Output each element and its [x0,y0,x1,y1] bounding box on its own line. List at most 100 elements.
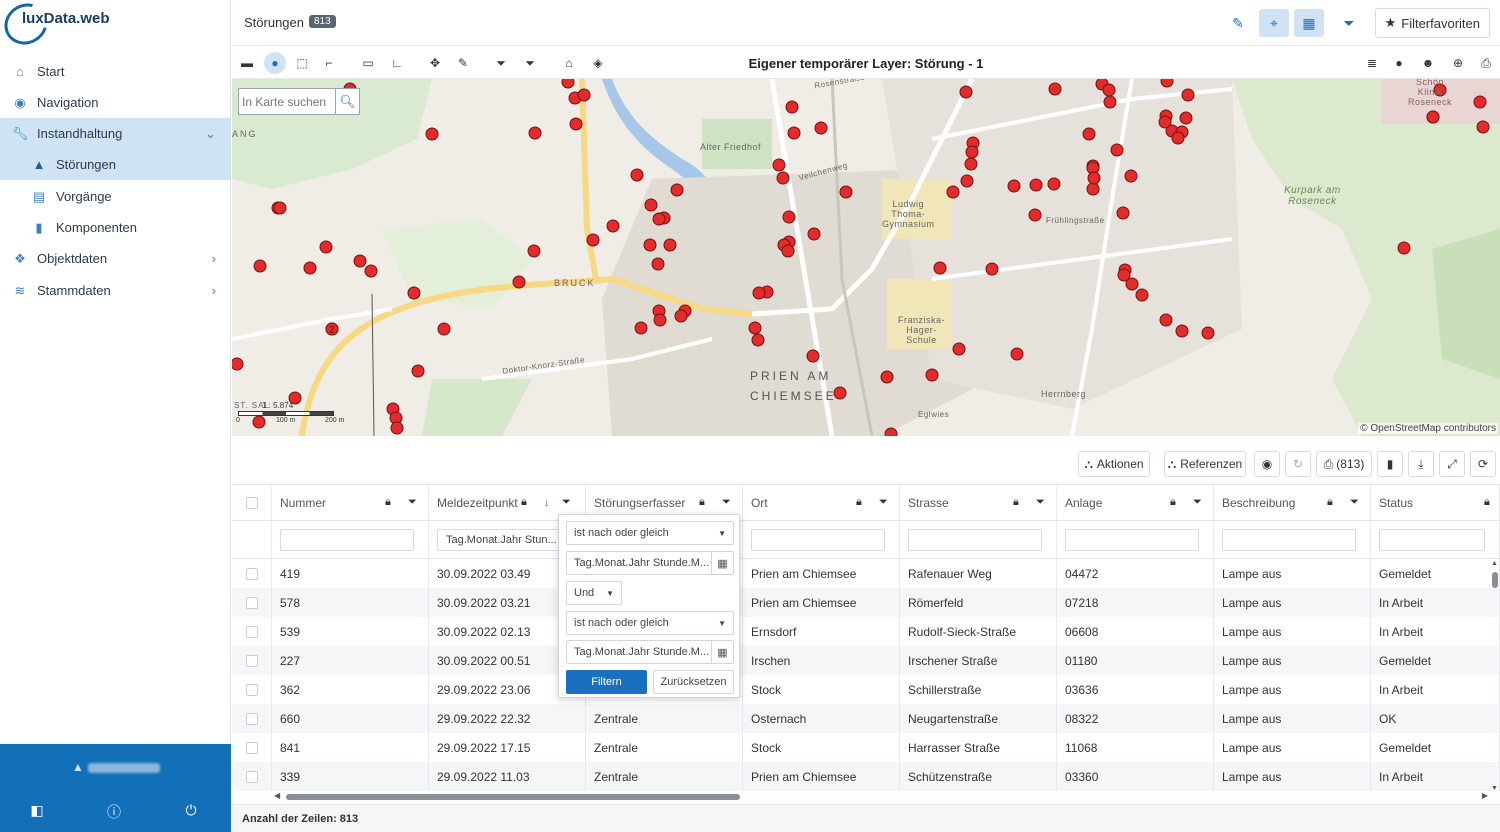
filter-input-status[interactable] [1379,528,1485,551]
filter-icon[interactable]: ⏷ [562,496,571,509]
column-header-nummer[interactable]: Nummer 🔒︎ ⏷ [272,485,429,520]
users-icon[interactable]: ☻ [1417,52,1439,74]
map-marker[interactable] [751,333,765,347]
map-marker[interactable] [390,421,404,435]
map-marker[interactable] [782,210,796,224]
map-marker[interactable] [806,349,820,363]
map-marker[interactable] [933,261,947,275]
row-checkbox[interactable] [245,625,258,638]
map-marker[interactable] [959,85,973,99]
print-icon[interactable]: ⎙ [1475,52,1497,74]
map-marker[interactable] [1175,324,1189,338]
clipboard-icon[interactable]: ▮ [1377,451,1403,477]
filter-input-beschreibung[interactable] [1222,528,1356,551]
map-marker[interactable] [752,286,766,300]
map-marker[interactable] [252,415,266,429]
lock-icon[interactable]: 🔒︎ [856,496,862,509]
map-marker[interactable] [411,364,425,378]
refresh-disabled-icon[interactable]: ↻ [1285,451,1311,477]
filter-date-2-input[interactable]: Tag.Monat.Jahr Stunde.M... ▦ [566,640,734,664]
lock-icon[interactable]: 🔒︎ [1170,496,1176,509]
map-marker[interactable] [1110,143,1124,157]
column-header-beschreibung[interactable]: Beschreibung 🔒︎ ⏷ [1214,485,1371,520]
map-marker[interactable] [965,145,979,159]
comment-icon[interactable]: ▬ [236,52,258,74]
edit-icon[interactable]: ✎ [452,52,474,74]
sidebar-item-stammdaten[interactable]: ≋ Stammdaten › [0,275,231,306]
filter-clear-icon[interactable]: ⏷ [1334,9,1364,37]
print-button[interactable]: ⎙ (813) [1316,451,1372,477]
locate-icon[interactable]: ◈ [587,52,609,74]
row-checkbox[interactable] [245,712,258,725]
map-marker[interactable] [776,171,790,185]
measure-area-icon[interactable]: ∟ [386,52,408,74]
sidebar-item-objektdaten[interactable]: ❖ Objektdaten › [0,243,231,274]
reset-filter-button[interactable]: Zurücksetzen [653,670,734,694]
filter-condition-1-select[interactable]: ist nach oder gleich ▼ [566,521,734,545]
scrollbar-thumb[interactable] [286,794,740,800]
map-marker[interactable] [946,185,960,199]
measure-distance-icon[interactable]: ▭ [357,52,379,74]
map-marker[interactable] [653,313,667,327]
map-marker[interactable] [1476,120,1490,134]
map-marker[interactable] [964,157,978,171]
map-marker[interactable] [651,257,665,271]
map-marker[interactable] [1397,241,1411,255]
sidebar-item-stoerungen[interactable]: ▲ Störungen [0,149,231,180]
filter-favorites-button[interactable]: ★ Filterfavoriten [1374,8,1490,38]
map-marker[interactable] [1116,206,1130,220]
layers-icon[interactable]: ≣ [1361,52,1383,74]
table-row[interactable]: 578 30.09.2022 03.21 Prien am Chiemsee Röme… [232,588,1500,617]
row-checkbox[interactable] [245,683,258,696]
map-marker[interactable] [364,264,378,278]
map-marker[interactable] [1135,288,1149,302]
table-row[interactable]: 660 29.09.2022 22.32 Zentrale Osternach Neug… [232,704,1500,733]
download-icon[interactable]: ⤓ [1408,451,1434,477]
filter-icon[interactable]: ⏷ [722,496,731,509]
actions-button[interactable]: ⛬ Aktionen [1078,451,1150,477]
filter-date-1-input[interactable]: Tag.Monat.Jahr Stunde.M... ▦ [566,551,734,575]
map-marker[interactable] [880,370,894,384]
row-checkbox[interactable] [245,596,258,609]
collapse-sidebar-icon[interactable]: ◧ [27,802,47,819]
map-marker[interactable] [303,261,317,275]
map-marker[interactable] [630,168,644,182]
row-checkbox[interactable] [245,770,258,783]
filter-remove-icon[interactable]: ⏷ [519,52,541,74]
map-marker[interactable] [1201,326,1215,340]
filter-join-select[interactable]: Und ▼ [566,581,622,605]
map-marker[interactable] [960,174,974,188]
table-row[interactable]: 841 29.09.2022 17.15 Zentrale Stock Harrasse… [232,733,1500,762]
scroll-up-icon[interactable]: ▲ [1491,560,1498,567]
map-marker[interactable] [1087,171,1101,185]
map-marker[interactable] [1007,179,1021,193]
map-marker[interactable] [1179,111,1193,125]
expand-icon[interactable]: ⤢ [1439,451,1465,477]
column-header-anlage[interactable]: Anlage 🔒︎ ⏷ [1057,485,1214,520]
scrollbar-thumb[interactable] [1492,572,1498,588]
column-header-strasse[interactable]: Strasse 🔒︎ ⏷ [900,485,1057,520]
map-marker[interactable] [674,309,688,323]
point-select-icon[interactable]: ● [264,52,286,74]
user-menu[interactable]: ▲ [72,760,160,774]
map-marker[interactable] [807,227,821,241]
move-icon[interactable]: ✥ [424,52,446,74]
map-marker[interactable] [1124,169,1138,183]
map-marker[interactable] [253,259,267,273]
map-marker[interactable] [1426,110,1440,124]
map-attribution[interactable]: © OpenStreetMap contributors [1358,423,1498,434]
map-marker[interactable] [1160,79,1174,88]
map-marker[interactable] [606,219,620,233]
reload-icon[interactable]: ⟳ [1470,451,1496,477]
lock-icon[interactable]: 🔒︎ [1013,496,1019,509]
magic-wand-icon[interactable]: ✎ [1223,9,1253,37]
home-extent-icon[interactable]: ⌂ [558,52,580,74]
map-marker[interactable] [1125,277,1139,291]
map-marker[interactable] [748,321,762,335]
search-icon[interactable]: 🔍︎ [335,89,359,114]
map-marker[interactable] [643,238,657,252]
map-marker[interactable] [652,212,666,226]
filter-input-nummer[interactable] [280,528,414,551]
map-marker[interactable] [407,286,421,300]
map-marker[interactable] [1048,82,1062,96]
